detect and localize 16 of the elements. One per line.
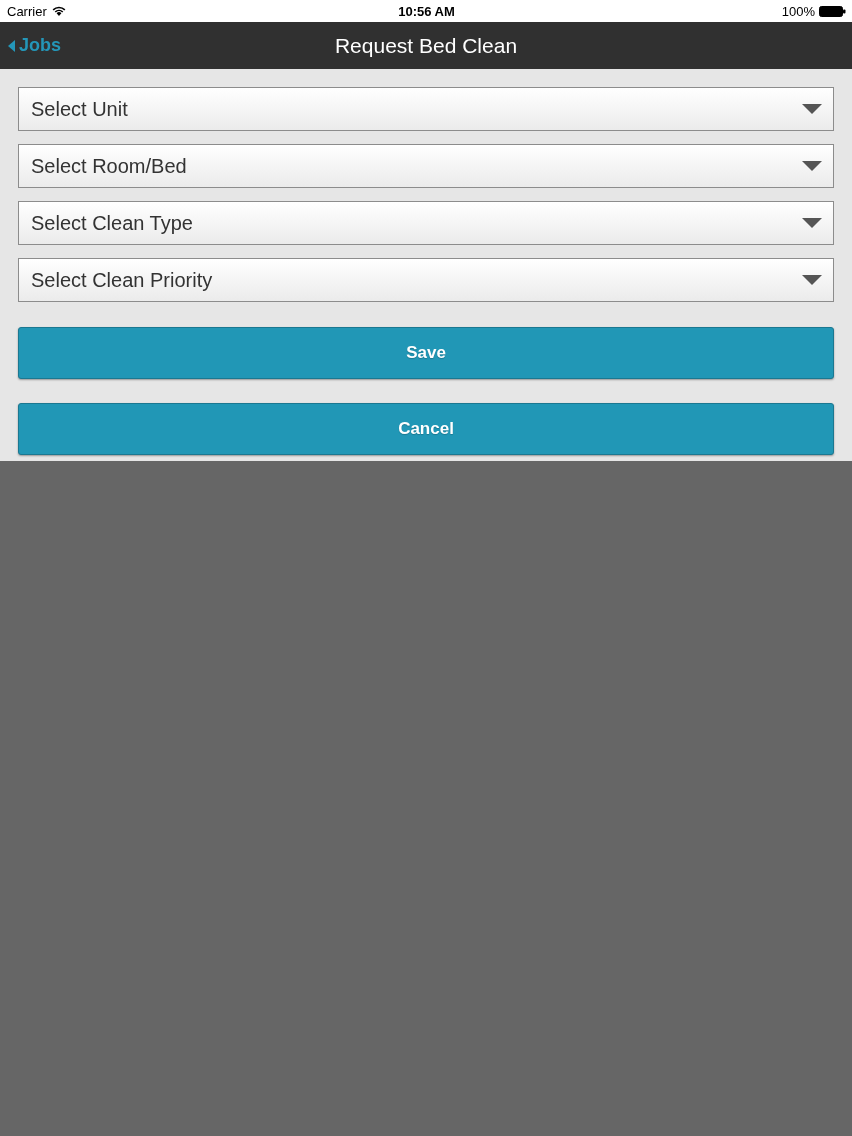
wifi-icon: [51, 6, 66, 16]
dropdown-select[interactable]: Select Clean Type: [18, 201, 834, 245]
dropdown-arrow-icon: [802, 104, 822, 114]
dropdown-arrow-icon: [802, 275, 822, 285]
page-title: Request Bed Clean: [334, 33, 518, 58]
dropdown-select[interactable]: Select Room/Bed: [18, 144, 834, 188]
dropdown-arrow-icon: [802, 161, 822, 171]
dropdown-select[interactable]: Select Clean Priority: [18, 258, 834, 302]
dropdown-select[interactable]: Select Unit: [18, 87, 834, 131]
battery-percentage: 100%: [781, 3, 815, 19]
clock-time: 10:56 AM: [398, 3, 455, 19]
dropdown-arrow-icon: [802, 218, 822, 228]
carrier-label: Carrier: [7, 3, 47, 19]
caret-icon: [8, 39, 15, 52]
battery-icon: [819, 5, 846, 17]
back-button[interactable]: Jobs: [8, 22, 61, 69]
